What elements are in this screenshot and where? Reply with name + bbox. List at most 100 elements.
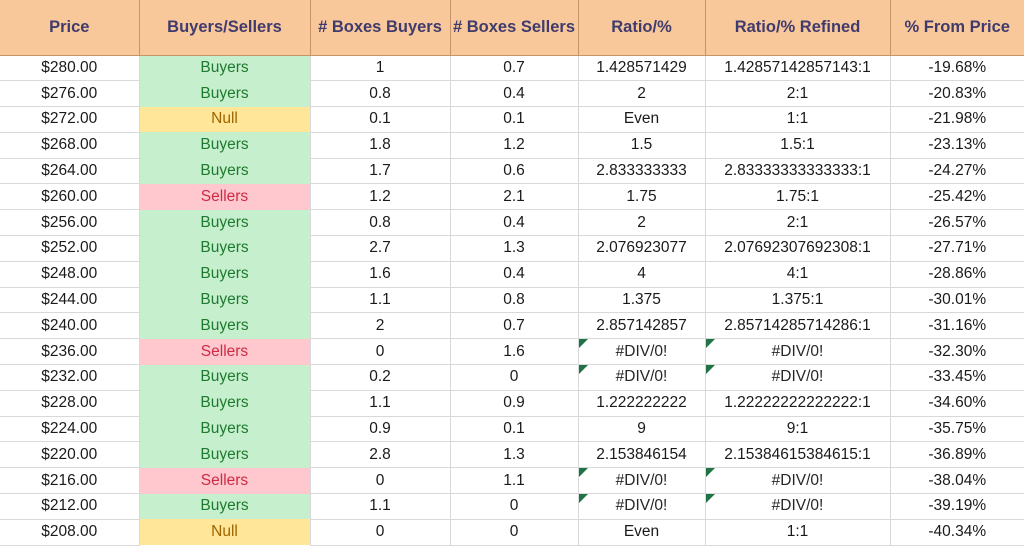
cell-price[interactable]: $244.00 — [0, 287, 140, 314]
column-header-boxes-buyers[interactable]: # Boxes Buyers — [310, 0, 451, 56]
cell-ratio-refined[interactable]: #DIV/0! — [705, 364, 891, 391]
cell-pct-from-price[interactable]: -35.75% — [890, 416, 1024, 443]
cell-ratio[interactable]: #DIV/0! — [578, 338, 706, 366]
cell-buyers-sellers[interactable]: Buyers — [139, 209, 311, 236]
cell-pct-from-price[interactable]: -28.86% — [890, 261, 1024, 288]
cell-boxes-buyers[interactable]: 2 — [310, 312, 451, 340]
cell-boxes-sellers[interactable]: 0.6 — [450, 158, 579, 185]
column-header-price[interactable]: Price — [0, 0, 140, 56]
cell-boxes-sellers[interactable]: 0.7 — [450, 312, 579, 340]
cell-price[interactable]: $272.00 — [0, 106, 140, 133]
cell-ratio-refined[interactable]: 2.07692307692308:1 — [705, 235, 891, 262]
cell-ratio-refined[interactable]: 2:1 — [705, 80, 891, 108]
cell-boxes-sellers[interactable]: 0.7 — [450, 55, 579, 82]
column-header-buyers-sellers[interactable]: Buyers/Sellers — [139, 0, 311, 56]
cell-ratio-refined[interactable]: 1.22222222222222:1 — [705, 390, 891, 417]
cell-price[interactable]: $268.00 — [0, 132, 140, 159]
cell-pct-from-price[interactable]: -36.89% — [890, 441, 1024, 469]
cell-price[interactable]: $216.00 — [0, 467, 140, 495]
cell-ratio[interactable]: #DIV/0! — [578, 364, 706, 391]
cell-price[interactable]: $220.00 — [0, 441, 140, 469]
cell-ratio-refined[interactable]: 1.375:1 — [705, 287, 891, 314]
cell-price[interactable]: $276.00 — [0, 80, 140, 108]
cell-buyers-sellers[interactable]: Sellers — [139, 467, 311, 494]
cell-ratio-refined[interactable]: 2:1 — [705, 209, 891, 237]
cell-boxes-sellers[interactable]: 0.1 — [450, 416, 579, 443]
cell-boxes-sellers[interactable]: 2.1 — [450, 183, 579, 211]
column-header-ratio-pct[interactable]: Ratio/% — [578, 0, 706, 56]
cell-ratio[interactable]: Even — [578, 106, 706, 133]
cell-ratio[interactable]: 2 — [578, 209, 706, 237]
cell-boxes-sellers[interactable]: 0.4 — [450, 261, 579, 288]
cell-pct-from-price[interactable]: -25.42% — [890, 183, 1024, 211]
cell-ratio-refined[interactable]: 1:1 — [705, 519, 891, 546]
cell-buyers-sellers[interactable]: Buyers — [139, 441, 311, 468]
cell-buyers-sellers[interactable]: Buyers — [139, 132, 311, 159]
cell-buyers-sellers[interactable]: Buyers — [139, 158, 311, 184]
cell-price[interactable]: $280.00 — [0, 55, 140, 82]
cell-boxes-buyers[interactable]: 0 — [310, 519, 451, 546]
cell-ratio[interactable]: #DIV/0! — [578, 493, 706, 520]
cell-ratio[interactable]: 2.153846154 — [578, 441, 706, 469]
cell-price[interactable]: $232.00 — [0, 364, 140, 391]
cell-pct-from-price[interactable]: -40.34% — [890, 519, 1024, 546]
cell-ratio[interactable]: 2.076923077 — [578, 235, 706, 262]
cell-price[interactable]: $236.00 — [0, 338, 140, 366]
cell-buyers-sellers[interactable]: Null — [139, 519, 311, 546]
cell-boxes-sellers[interactable]: 0.8 — [450, 287, 579, 314]
cell-boxes-buyers[interactable]: 1.7 — [310, 158, 451, 185]
cell-boxes-buyers[interactable]: 0.2 — [310, 364, 451, 391]
cell-buyers-sellers[interactable]: Buyers — [139, 312, 311, 339]
cell-ratio[interactable]: 2.833333333 — [578, 158, 706, 185]
cell-boxes-sellers[interactable]: 1.3 — [450, 235, 579, 262]
cell-pct-from-price[interactable]: -31.16% — [890, 312, 1024, 340]
cell-ratio[interactable]: 1.5 — [578, 132, 706, 159]
cell-boxes-sellers[interactable]: 1.3 — [450, 441, 579, 469]
cell-buyers-sellers[interactable]: Buyers — [139, 235, 311, 262]
cell-ratio[interactable]: 1.75 — [578, 183, 706, 211]
cell-ratio[interactable]: Even — [578, 519, 706, 546]
cell-boxes-buyers[interactable]: 0.8 — [310, 80, 451, 108]
cell-ratio-refined[interactable]: 2.83333333333333:1 — [705, 158, 891, 185]
cell-boxes-buyers[interactable]: 1.2 — [310, 183, 451, 211]
cell-ratio[interactable]: 1.375 — [578, 287, 706, 314]
cell-ratio-refined[interactable]: #DIV/0! — [705, 338, 891, 366]
cell-ratio[interactable]: 4 — [578, 261, 706, 288]
cell-buyers-sellers[interactable]: Buyers — [139, 55, 311, 81]
cell-buyers-sellers[interactable]: Buyers — [139, 261, 311, 288]
cell-ratio[interactable]: 9 — [578, 416, 706, 443]
cell-buyers-sellers[interactable]: Null — [139, 106, 311, 133]
cell-buyers-sellers[interactable]: Buyers — [139, 287, 311, 313]
cell-ratio[interactable]: 1.222222222 — [578, 390, 706, 417]
cell-boxes-sellers[interactable]: 1.1 — [450, 467, 579, 495]
cell-buyers-sellers[interactable]: Buyers — [139, 390, 311, 417]
cell-buyers-sellers[interactable]: Buyers — [139, 416, 311, 442]
cell-price[interactable]: $256.00 — [0, 209, 140, 237]
cell-boxes-buyers[interactable]: 0 — [310, 467, 451, 495]
cell-ratio[interactable]: 2 — [578, 80, 706, 108]
cell-boxes-buyers[interactable]: 0 — [310, 338, 451, 366]
cell-ratio-refined[interactable]: 1.75:1 — [705, 183, 891, 211]
cell-pct-from-price[interactable]: -33.45% — [890, 364, 1024, 391]
cell-pct-from-price[interactable]: -21.98% — [890, 106, 1024, 133]
cell-boxes-buyers[interactable]: 0.8 — [310, 209, 451, 237]
cell-ratio-refined[interactable]: #DIV/0! — [705, 493, 891, 520]
cell-buyers-sellers[interactable]: Buyers — [139, 493, 311, 520]
cell-boxes-sellers[interactable]: 0 — [450, 493, 579, 520]
cell-pct-from-price[interactable]: -23.13% — [890, 132, 1024, 159]
cell-pct-from-price[interactable]: -26.57% — [890, 209, 1024, 237]
cell-pct-from-price[interactable]: -30.01% — [890, 287, 1024, 314]
cell-pct-from-price[interactable]: -27.71% — [890, 235, 1024, 262]
cell-boxes-sellers[interactable]: 0.4 — [450, 209, 579, 237]
cell-boxes-buyers[interactable]: 1.1 — [310, 287, 451, 314]
cell-buyers-sellers[interactable]: Sellers — [139, 338, 311, 365]
cell-boxes-sellers[interactable]: 0 — [450, 364, 579, 391]
cell-price[interactable]: $240.00 — [0, 312, 140, 340]
cell-price[interactable]: $228.00 — [0, 390, 140, 417]
cell-ratio[interactable]: 2.857142857 — [578, 312, 706, 340]
cell-boxes-buyers[interactable]: 2.7 — [310, 235, 451, 262]
cell-price[interactable]: $208.00 — [0, 519, 140, 546]
cell-ratio[interactable]: #DIV/0! — [578, 467, 706, 495]
cell-boxes-buyers[interactable]: 1.6 — [310, 261, 451, 288]
cell-boxes-sellers[interactable]: 0.9 — [450, 390, 579, 417]
